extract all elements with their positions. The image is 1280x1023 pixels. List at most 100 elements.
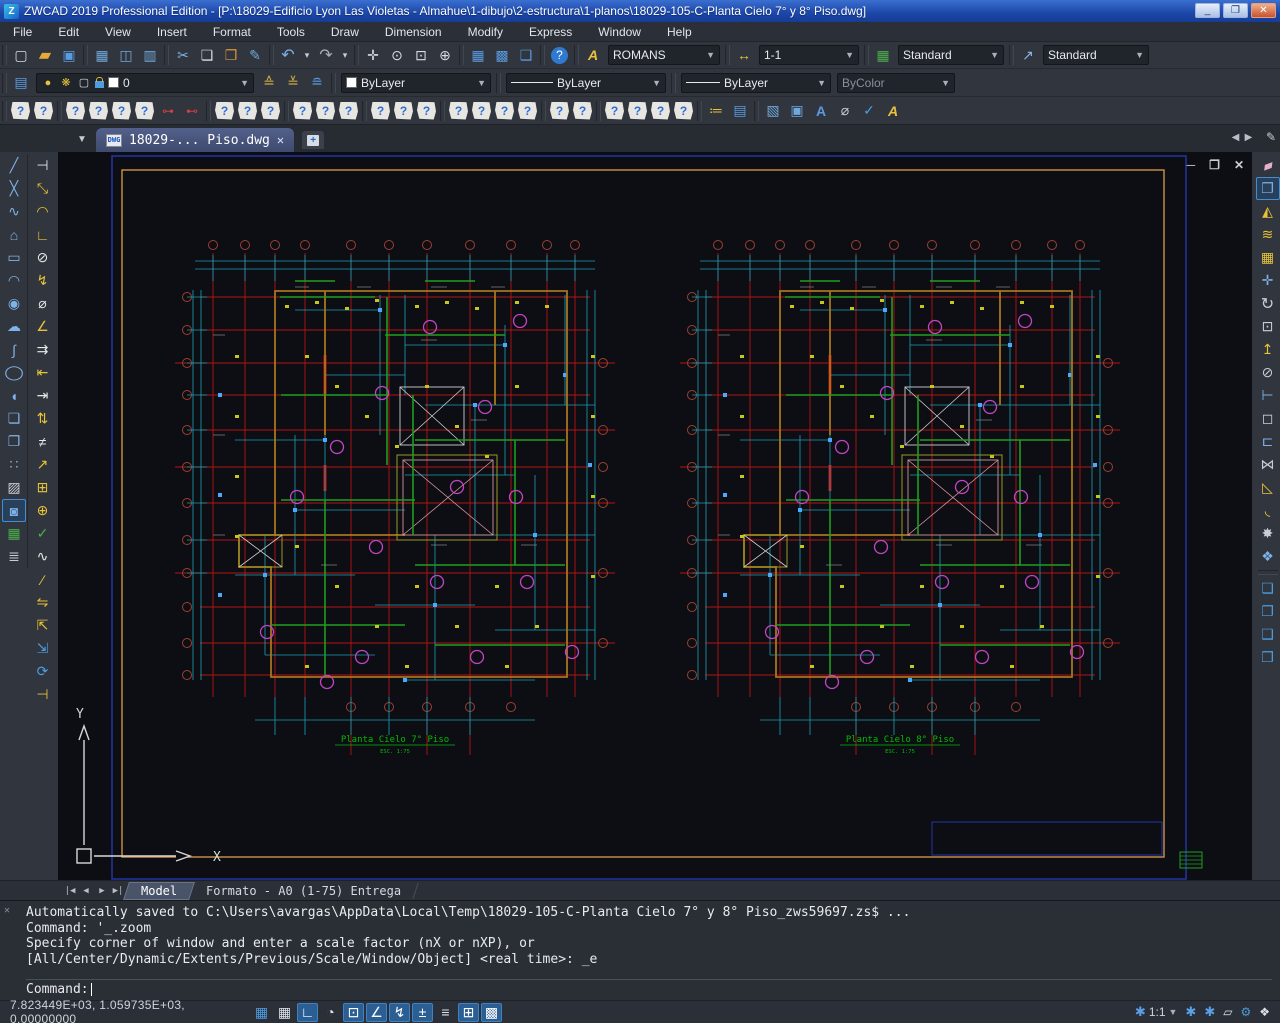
paste-icon[interactable]: ❐ bbox=[219, 44, 243, 66]
menu-insert[interactable]: Insert bbox=[144, 23, 200, 41]
construction-line-icon[interactable]: ╳ bbox=[2, 177, 26, 200]
annotation-scale-control[interactable]: ✱ 1:1 ▼ bbox=[1135, 1004, 1178, 1020]
grid-toggle[interactable]: ▦ bbox=[274, 1003, 295, 1022]
trim-icon[interactable]: ⊘ bbox=[1256, 361, 1280, 384]
menu-draw[interactable]: Draw bbox=[318, 23, 372, 41]
offset-icon[interactable]: ≋ bbox=[1256, 223, 1280, 246]
match-properties-icon[interactable]: ✎ bbox=[243, 44, 267, 66]
unknown-icon[interactable]: ? bbox=[112, 102, 131, 120]
make-block-icon[interactable]: ❐ bbox=[2, 430, 26, 453]
join-icon[interactable]: ⋈ bbox=[1256, 453, 1280, 476]
dim-break-icon[interactable]: ≠ bbox=[31, 430, 55, 453]
table-icon[interactable]: ▦ bbox=[2, 522, 26, 545]
dim-space-icon[interactable]: ⇅ bbox=[31, 407, 55, 430]
text-style2-icon[interactable]: A bbox=[881, 100, 905, 122]
toolbar-pin-icon[interactable]: ✎ bbox=[1266, 130, 1276, 144]
dim-textangle-icon[interactable]: ⇋ bbox=[31, 591, 55, 614]
polar-toggle[interactable]: ◔ bbox=[320, 1003, 341, 1022]
dim-ordinate-icon[interactable]: ∟ bbox=[31, 223, 55, 246]
send-under-icon[interactable]: ❒ bbox=[1256, 646, 1280, 669]
menu-tools[interactable]: Tools bbox=[264, 23, 318, 41]
dim-continue-icon[interactable]: ⇥ bbox=[31, 384, 55, 407]
dim-angular-icon[interactable]: ∠ bbox=[31, 315, 55, 338]
unknown-icon[interactable]: ? bbox=[449, 102, 468, 120]
minimize-button[interactable]: _ bbox=[1195, 3, 1220, 18]
quick-properties-toggle[interactable]: ⊞ bbox=[458, 1003, 479, 1022]
unknown-icon[interactable]: ? bbox=[495, 102, 514, 120]
unknown-icon[interactable]: ? bbox=[316, 102, 335, 120]
tab-list-dropdown-icon[interactable]: ▼ bbox=[72, 130, 92, 150]
help-icon[interactable]: ? bbox=[551, 47, 568, 64]
mtext2-icon[interactable]: ≣ bbox=[2, 545, 26, 568]
fillet-icon[interactable]: ◟ bbox=[1256, 499, 1280, 522]
unknown-icon[interactable]: ? bbox=[135, 102, 154, 120]
unknown-icon[interactable]: ? bbox=[573, 102, 592, 120]
dim-textcenter-icon[interactable]: ⇲ bbox=[31, 637, 55, 660]
dim-arclength-icon[interactable]: ◠ bbox=[31, 200, 55, 223]
status-menu-icon[interactable]: ≡ bbox=[435, 1003, 456, 1022]
esnap-toggle[interactable]: ⊡ bbox=[343, 1003, 364, 1022]
line-tool-icon[interactable]: ⊶ bbox=[156, 100, 180, 122]
dyn-input-toggle[interactable]: ↯ bbox=[389, 1003, 410, 1022]
list-icon[interactable]: ≔ bbox=[704, 100, 728, 122]
dim-jogline-icon[interactable]: ∿ bbox=[31, 545, 55, 568]
text-window-icon[interactable]: ▤ bbox=[728, 100, 752, 122]
pan-icon[interactable]: ✛ bbox=[361, 44, 385, 66]
dim-quick-icon[interactable]: ⇉ bbox=[31, 338, 55, 361]
cycle-select-toggle[interactable]: ▩ bbox=[481, 1003, 502, 1022]
dim-style-select[interactable]: 1-1▼ bbox=[759, 45, 859, 65]
close-button[interactable]: ✕ bbox=[1251, 3, 1276, 18]
tab-close-icon[interactable]: ✕ bbox=[277, 133, 284, 147]
unknown-icon[interactable]: ? bbox=[394, 102, 413, 120]
next-layout-icon[interactable]: ▶ bbox=[94, 886, 110, 896]
copy-clip-icon[interactable]: ❏ bbox=[195, 44, 219, 66]
stretch-icon[interactable]: ↥ bbox=[1256, 338, 1280, 361]
new-icon[interactable]: ▢ bbox=[9, 44, 33, 66]
open-icon[interactable]: ▰ bbox=[33, 44, 57, 66]
redo-dropdown-icon[interactable]: ▾ bbox=[338, 44, 352, 66]
move-icon[interactable]: ✛ bbox=[1256, 269, 1280, 292]
maximize-button[interactable]: ❐ bbox=[1223, 3, 1248, 18]
menu-file[interactable]: File bbox=[0, 23, 45, 41]
unknown-icon[interactable]: ? bbox=[651, 102, 670, 120]
dim-edit-icon[interactable]: ⊣ bbox=[31, 683, 55, 706]
rotate-icon[interactable]: ↻ bbox=[1256, 292, 1280, 315]
unknown-icon[interactable]: ? bbox=[518, 102, 537, 120]
workspace-icon[interactable]: ▱ bbox=[1223, 1005, 1232, 1019]
table-style-select[interactable]: Standard▼ bbox=[898, 45, 1004, 65]
polyline-icon[interactable]: ∿ bbox=[2, 200, 26, 223]
layer-states-icon[interactable]: ≙ bbox=[257, 72, 281, 94]
unknown-icon[interactable]: ? bbox=[371, 102, 390, 120]
send-to-back-icon[interactable]: ❐ bbox=[1256, 600, 1280, 623]
tab-model[interactable]: Model bbox=[123, 882, 195, 900]
revision-cloud-icon[interactable]: ☁ bbox=[2, 315, 26, 338]
edit-polyline-icon[interactable]: ❖ bbox=[1256, 545, 1280, 568]
unknown-icon[interactable]: ? bbox=[89, 102, 108, 120]
tolerance-icon[interactable]: ⊞ bbox=[31, 476, 55, 499]
donut-icon[interactable]: ◙ bbox=[2, 499, 26, 522]
break-point-icon[interactable]: ◻ bbox=[1256, 407, 1280, 430]
tab-layout-formato[interactable]: Formato - A0 (1-75) Entrega bbox=[190, 883, 419, 899]
spell-check-icon[interactable]: ✓ bbox=[857, 100, 881, 122]
layer-previous-icon[interactable]: ≚ bbox=[281, 72, 305, 94]
dim-diameter-icon[interactable]: ⌀ bbox=[31, 292, 55, 315]
unknown-icon[interactable]: ? bbox=[34, 102, 53, 120]
mirror-icon[interactable]: ◭ bbox=[1256, 200, 1280, 223]
unknown-icon[interactable]: ? bbox=[238, 102, 257, 120]
unknown-icon[interactable]: ? bbox=[215, 102, 234, 120]
doc-restore-icon[interactable]: ❐ bbox=[1209, 158, 1220, 172]
zoom-realtime-icon[interactable]: ⊙ bbox=[385, 44, 409, 66]
quick-leader-icon[interactable]: ↗ bbox=[31, 453, 55, 476]
point-icon[interactable]: ∷ bbox=[2, 453, 26, 476]
explode-icon[interactable]: ✸ bbox=[1256, 522, 1280, 545]
cut-icon[interactable]: ✂ bbox=[171, 44, 195, 66]
etrack-toggle[interactable]: ∠ bbox=[366, 1003, 387, 1022]
doc-close-icon[interactable]: ✕ bbox=[1234, 158, 1244, 172]
tab-scroll-left-icon[interactable]: ◀ bbox=[1230, 132, 1241, 143]
save-icon[interactable]: ▣ bbox=[57, 44, 81, 66]
tab-scroll-right-icon[interactable]: ▶ bbox=[1243, 132, 1254, 143]
erase-icon[interactable]: ▰ bbox=[1252, 151, 1280, 181]
first-layout-icon[interactable]: |◀ bbox=[62, 886, 78, 896]
unknown-icon[interactable]: ? bbox=[261, 102, 280, 120]
unknown-icon[interactable]: ? bbox=[66, 102, 85, 120]
